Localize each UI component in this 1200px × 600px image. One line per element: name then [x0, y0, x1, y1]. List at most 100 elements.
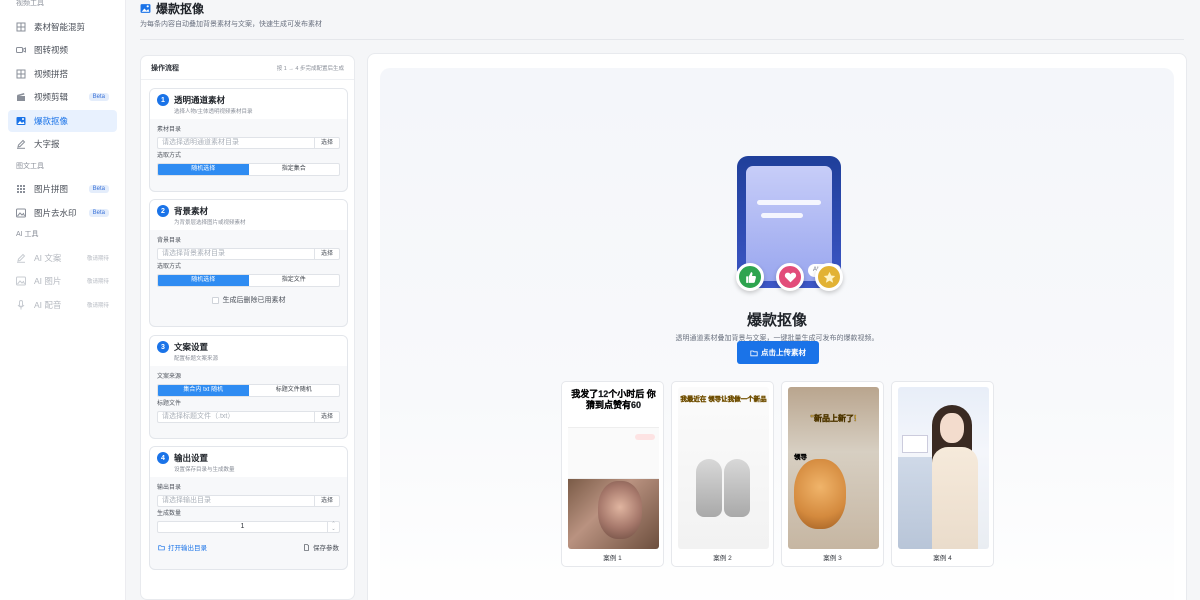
title-file-input[interactable]: 请选择标题文件（.txt） [157, 411, 314, 423]
field-label: 标题文件 [157, 401, 182, 407]
sidebar-section-title: 视频工具 [16, 0, 44, 7]
sidebar-item-label: 图片去水印 [34, 207, 77, 218]
sidebar-item-cutout[interactable]: 爆款抠像 [8, 109, 117, 132]
grid-icon [16, 22, 26, 32]
step-copywriting: 3 文案设置 配置标题文案来源 文案来源 集合内 txt 随机 标题文件随机 标… [149, 335, 348, 439]
sidebar-item-bigtext[interactable]: 大字报 [8, 133, 117, 155]
sidebar-item-img2video[interactable]: 图转视频 [8, 39, 117, 61]
case-card[interactable]: 我最近在 领导让我做一个新品 案例 2 [671, 381, 774, 567]
open-output-dir-label: 打开输出目录 [168, 545, 207, 552]
case-thumbnail: "新品上新了! 领导 [788, 387, 879, 549]
step-title: 透明通道素材 [174, 95, 226, 105]
beta-badge: Beta [88, 208, 109, 217]
case-subline: 领导 [794, 454, 807, 461]
sidebar-item-splice[interactable]: 视频拼搭 [8, 63, 117, 85]
grid-icon [16, 184, 26, 194]
monkey-image [598, 481, 642, 539]
sidebar: 视频工具 素材智能混剪 图转视频 视频拼搭 视频剪辑 Beta 爆款抠像 大字报… [0, 0, 126, 600]
beta-badge: Beta [88, 93, 109, 101]
page-title-text: 爆款抠像 [156, 2, 205, 16]
field-label: 文案来源 [157, 374, 182, 380]
material-dir-select-button[interactable]: 选择 [314, 137, 340, 149]
open-output-dir-button[interactable]: 打开输出目录 [158, 542, 207, 552]
upload-material-button[interactable]: 点击上传素材 [737, 341, 819, 364]
delete-used-checkbox[interactable] [211, 296, 219, 304]
sidebar-item-label: 图片拼图 [34, 184, 69, 194]
delete-used-label: 生成后删除已用素材 [222, 297, 286, 304]
thumbs-up-icon [736, 263, 764, 291]
step-number: 2 [157, 205, 169, 217]
coming-soon-note: 敬请期待 [86, 255, 109, 262]
source-txt-random-option[interactable]: 集合内 txt 随机 [158, 385, 249, 396]
stepper-arrows-icon[interactable]: ⌃ ⌄ [327, 522, 339, 532]
coming-soon-note: 敬请期待 [86, 302, 109, 309]
sidebar-item-collage[interactable]: 图片拼图 Beta [8, 178, 117, 200]
field-label: 输出目录 [157, 485, 182, 491]
step-title: 文案设置 [174, 342, 209, 352]
image-icon [16, 116, 26, 126]
field-label: 素材目录 [157, 127, 182, 133]
step-title: 输出设置 [174, 453, 209, 463]
video-camera-icon [16, 45, 26, 55]
mode-random-option[interactable]: 随机选择 [158, 164, 249, 175]
document-icon [304, 543, 309, 551]
sidebar-item-label: 视频拼搭 [34, 68, 69, 79]
case-card[interactable]: 我发了12个小时后 你猜到点赞有60 案例 1 [561, 381, 664, 567]
sidebar-item-mix[interactable]: 素材智能混剪 [8, 16, 117, 38]
microphone-icon [16, 299, 26, 310]
sidebar-section-title: AI 工具 [16, 231, 39, 238]
save-params-button[interactable]: 保存参数 [303, 542, 339, 552]
pen-icon [16, 139, 26, 149]
workflow-title: 操作流程 [151, 64, 179, 72]
mode-collection-option[interactable]: 指定集合 [249, 164, 340, 175]
mode-random-option[interactable]: 随机选择 [158, 275, 249, 286]
source-title-file-option[interactable]: 标题文件随机 [249, 385, 340, 396]
case-card[interactable]: 案例 4 [891, 381, 994, 567]
count-stepper[interactable]: 1 ⌃ ⌄ [157, 521, 340, 533]
sidebar-section-title: 图文工具 [16, 162, 44, 170]
step-title: 背景素材 [174, 206, 209, 216]
step-output: 4 输出设置 设置保存目录与生成数量 输出目录 请选择输出目录 选择 生成数量 … [149, 446, 348, 570]
sidebar-item-edit[interactable]: 视频剪辑 Beta [8, 86, 117, 108]
case-headline: "新品上新了! [810, 414, 857, 423]
mode-file-option[interactable]: 指定文件 [249, 275, 340, 286]
sidebar-item-watermark[interactable]: 图片去水印 Beta [8, 202, 117, 224]
cat-face-image [794, 459, 846, 529]
field-label: 选取方式 [157, 264, 182, 270]
output-dir-input[interactable]: 请选择输出目录 [157, 495, 314, 507]
title-file-select-button[interactable]: 选择 [314, 411, 340, 423]
hero-area: AI 爆款抠像 透明通道素材叠加背景与文案，一键批量生成可发布的爆款视频。 点击… [380, 68, 1174, 600]
case-headline: 我发了12个小时后 你猜到点赞有60 [571, 389, 656, 410]
workflow-header: 操作流程 按 1 → 4 步完成配置后生成 [141, 56, 354, 80]
folder-icon [750, 350, 758, 356]
page-title: 爆款抠像 [140, 0, 204, 17]
copy-source-toggle: 集合内 txt 随机 标题文件随机 [157, 384, 340, 397]
background-dir-input[interactable]: 请选择背景素材目录 [157, 248, 314, 260]
step-description: 设置保存目录与生成数量 [174, 467, 235, 473]
workflow-panel: 操作流程 按 1 → 4 步完成配置后生成 1 透明通道素材 选择人物/主体透明… [140, 55, 355, 600]
case-thumbnail [898, 387, 989, 549]
material-mode-toggle: 随机选择 指定集合 [157, 163, 340, 176]
sidebar-item-label: AI 配音 [34, 299, 62, 310]
delete-used-checkbox-row[interactable]: 生成后删除已用素材 [157, 295, 340, 305]
material-dir-input[interactable]: 请选择透明通道素材目录 [157, 137, 314, 149]
coming-soon-note: 敬请期待 [86, 279, 109, 285]
count-value[interactable]: 1 [158, 522, 327, 532]
grid-icon [16, 69, 26, 79]
output-dir-select-button[interactable]: 选择 [314, 495, 340, 507]
case-caption: 案例 3 [823, 555, 842, 562]
upload-material-label: 点击上传素材 [761, 348, 806, 357]
beta-badge: Beta [88, 185, 109, 193]
case-caption: 案例 2 [713, 555, 732, 562]
case-card[interactable]: "新品上新了! 领导 案例 3 [781, 381, 884, 567]
cat-figure [724, 459, 750, 517]
background-dir-select-button[interactable]: 选择 [314, 248, 340, 260]
step-description: 为背景层选择图片或视频素材 [174, 220, 246, 226]
sidebar-item-ai-voice: AI 配音 敬请期待 [8, 294, 117, 316]
sidebar-item-ai-image: AI 图片 敬请期待 [8, 270, 117, 292]
case-gallery: 我发了12个小时后 你猜到点赞有60 案例 1 我最近在 领导让我做一个新品 案… [561, 381, 994, 567]
person-image [932, 447, 978, 549]
step-number: 4 [157, 452, 169, 464]
cat-figure [696, 459, 722, 517]
hero-title: 爆款抠像 [746, 312, 807, 329]
